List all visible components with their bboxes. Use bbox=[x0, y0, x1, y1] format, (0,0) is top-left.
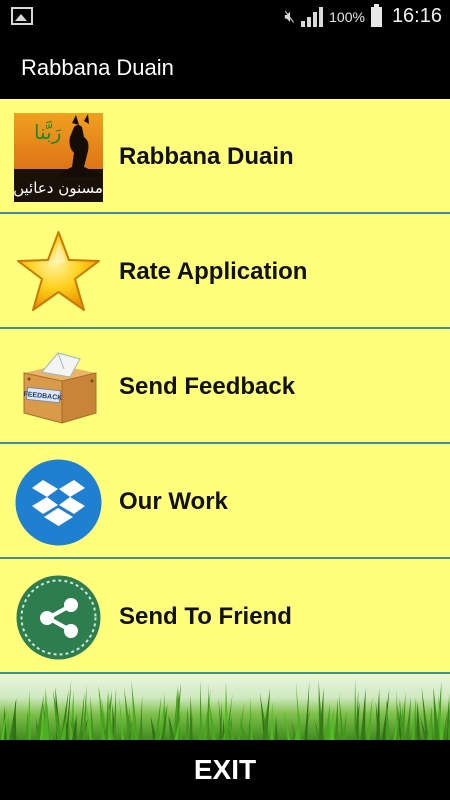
menu-item-label: Send Feedback bbox=[119, 372, 296, 400]
battery-icon bbox=[370, 3, 382, 27]
grass-decoration bbox=[0, 675, 450, 740]
share-icon bbox=[16, 575, 101, 660]
menu-item-label: Our Work bbox=[119, 487, 228, 515]
battery-percent: 100% bbox=[329, 8, 365, 25]
exit-label: EXIT bbox=[193, 754, 257, 785]
svg-text:رَبَّنا: رَبَّنا bbox=[34, 120, 62, 144]
menu-item-label: Rate Application bbox=[119, 257, 308, 285]
menu-item-rabbana-duain[interactable]: رَبَّنا مسنون دعائیں Rabbana Duain bbox=[0, 99, 450, 214]
menu-item-label: Rabbana Duain bbox=[119, 142, 294, 170]
menu-item-label: Send To Friend bbox=[119, 602, 292, 630]
signal-icon bbox=[301, 6, 324, 27]
clock: 16:16 bbox=[391, 5, 442, 27]
mute-icon: 🔇︎ bbox=[284, 6, 296, 27]
dua-book-icon: رَبَّنا مسنون دعائیں bbox=[14, 113, 103, 202]
menu-item-our-work[interactable]: Our Work bbox=[0, 444, 450, 559]
grass-image bbox=[0, 678, 450, 740]
menu-item-send-to-friend[interactable]: Send To Friend bbox=[0, 559, 450, 674]
feedback-box-icon: FEEDBACK bbox=[23, 352, 97, 424]
exit-button[interactable]: EXIT bbox=[0, 740, 450, 800]
menu-item-send-feedback[interactable]: FEEDBACK Send Feedback bbox=[0, 329, 450, 444]
dropbox-icon bbox=[15, 459, 102, 546]
star-icon bbox=[17, 231, 100, 311]
gallery-notification-icon bbox=[11, 7, 33, 25]
status-icons: 🔇︎ 100% 16:16 bbox=[284, 0, 442, 33]
menu-item-rate-application[interactable]: Rate Application bbox=[0, 214, 450, 329]
action-bar: Rabbana Duain bbox=[0, 33, 450, 99]
app-title: Rabbana Duain bbox=[21, 55, 174, 80]
menu-list: رَبَّنا مسنون دعائیں Rabbana Duain Rate … bbox=[0, 99, 450, 675]
status-bar: 🔇︎ 100% 16:16 bbox=[0, 0, 450, 33]
svg-text:مسنون دعائیں: مسنون دعائیں bbox=[14, 179, 103, 197]
